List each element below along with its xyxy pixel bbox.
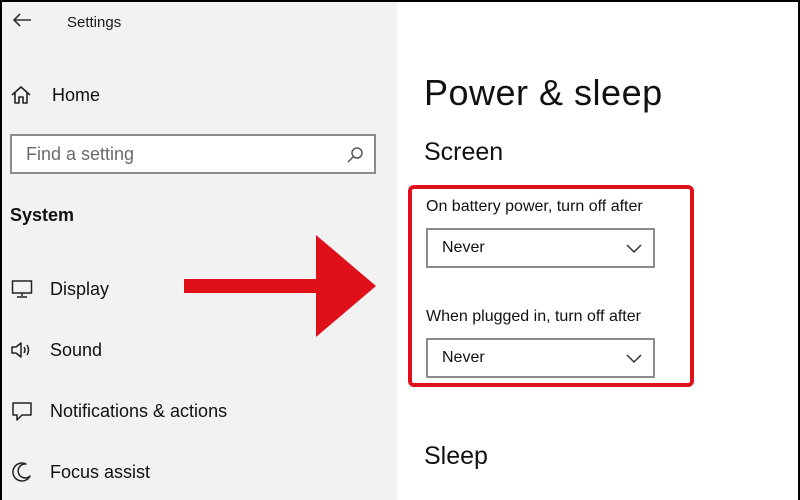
display-icon — [10, 277, 34, 301]
battery-setting-label: On battery power, turn off after — [426, 198, 643, 215]
sidebar-item-focus-assist[interactable]: Focus assist — [10, 457, 150, 487]
dropdown-value: Never — [442, 239, 485, 256]
annotation-arrow-icon — [184, 235, 376, 337]
search-icon — [347, 147, 363, 163]
page-title: Power & sleep — [424, 72, 663, 113]
sidebar-item-label: Focus assist — [50, 461, 151, 482]
back-arrow-icon — [12, 13, 31, 27]
screen-heading: Screen — [424, 138, 504, 166]
sidebar-item-sound[interactable]: Sound — [10, 335, 102, 365]
sound-icon — [10, 338, 34, 362]
search-placeholder: Find a setting — [26, 144, 135, 164]
sidebar-item-label: Notifications & actions — [50, 400, 228, 421]
dropdown-value: Never — [442, 349, 485, 366]
home-icon — [11, 86, 31, 104]
battery-turn-off-dropdown[interactable]: Never — [426, 228, 655, 268]
sidebar-item-label: Home — [52, 84, 101, 105]
app-title: Settings — [67, 14, 122, 31]
sidebar-item-notifications[interactable]: Notifications & actions — [10, 396, 227, 426]
sidebar-item-label: Display — [50, 278, 110, 299]
sleep-heading: Sleep — [424, 442, 488, 470]
focus-assist-icon — [10, 460, 34, 484]
sidebar-item-label: Sound — [50, 339, 103, 360]
main-panel: Power & sleep Screen On battery power, t… — [397, 2, 798, 500]
notifications-icon — [10, 399, 34, 423]
back-button[interactable] — [8, 8, 36, 32]
chevron-down-icon — [626, 354, 642, 364]
plugged-in-turn-off-dropdown[interactable]: Never — [426, 338, 655, 378]
plugged-in-setting-label: When plugged in, turn off after — [426, 308, 641, 325]
section-label-system: System — [10, 205, 75, 225]
sidebar-item-home[interactable]: Home — [10, 80, 100, 110]
search-input[interactable]: Find a setting — [10, 134, 376, 174]
chevron-down-icon — [626, 244, 642, 254]
sidebar-item-display[interactable]: Display — [10, 274, 109, 304]
